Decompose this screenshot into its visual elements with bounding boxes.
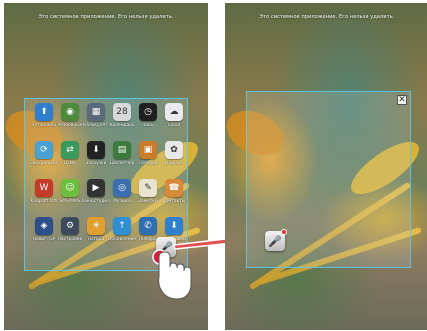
task-manager-icon: ▤ [113,141,131,159]
phone-icon: ✆ [139,217,157,235]
dlna-icon: ⇄ [61,141,79,159]
hispace-icon: ✿ [165,141,183,159]
delete-badge-icon[interactable] [281,229,287,235]
download-icon: ⬇ [87,141,105,159]
app-item[interactable]: ☁ Cloud [159,103,189,141]
screen-after: Это системное приложение. Его нельзя уда… [225,3,427,330]
screen-before: Это системное приложение. Его нельзя уда… [4,3,208,330]
app-label: Cloud [167,123,181,128]
music-icon: ◎ [113,179,131,197]
app-label: Контакты [162,199,186,204]
app-item[interactable]: ☎ Контакты [159,179,189,217]
calculator-icon: ▦ [87,103,105,121]
install-arrow-icon: ⬆ [35,103,53,121]
cloud-icon: ☁ [165,103,183,121]
close-folder-button[interactable]: ✕ [397,95,407,105]
app-item[interactable]: ✿ HiSpace [159,141,189,179]
close-icon: ✕ [398,95,406,105]
weather-icon: ☀ [87,217,105,235]
settings-icon: ⚙ [61,217,79,235]
gallery-icon: ▣ [139,141,157,159]
update-icon: ↑ [113,217,131,235]
sync-icon: ⟳ [35,141,53,159]
messages-icon: ☺ [61,179,79,197]
navigation-icon: ◈ [35,217,53,235]
app-label: HiSpace [165,161,183,166]
calendar-icon: 28 [113,103,131,121]
movie-studio-icon: ▶ [87,179,105,197]
system-app-message: Это системное приложение. Его нельзя уда… [38,14,174,20]
contacts-icon: ☎ [165,179,183,197]
backup-icon: ◉ [61,103,79,121]
notes-icon: ✎ [139,179,157,197]
dragged-app-icon[interactable]: 🎤 [265,229,287,251]
clock-icon: ◷ [139,103,157,121]
office-icon: W [35,179,53,197]
system-app-message: Это системное приложение. Его нельзя уда… [259,14,395,20]
microphone-icon: 🎤 [268,234,282,248]
